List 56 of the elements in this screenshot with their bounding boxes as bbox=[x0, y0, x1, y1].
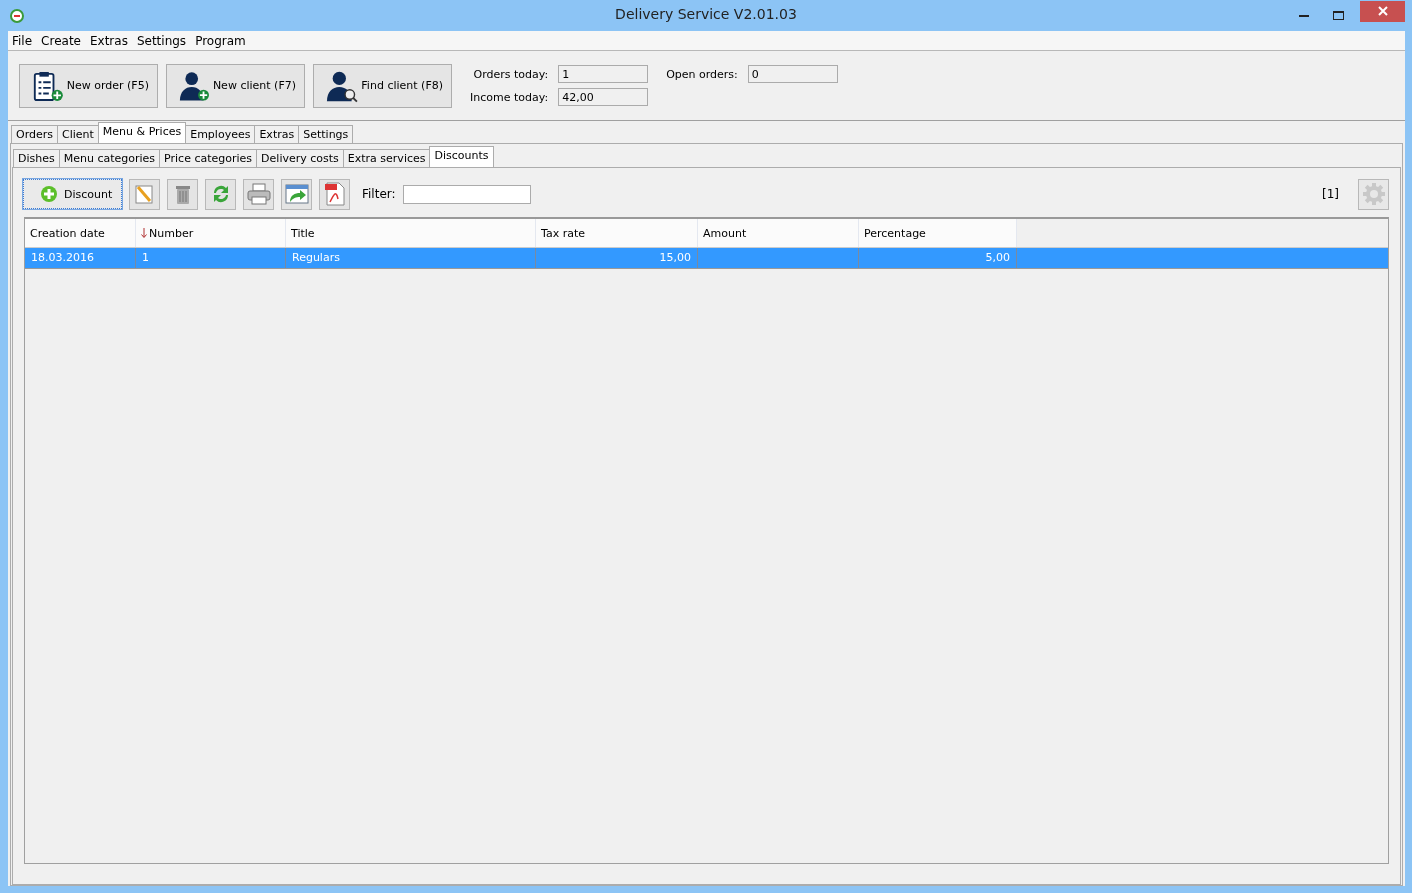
stat-label: Open orders: bbox=[666, 67, 738, 81]
export-button[interactable] bbox=[281, 178, 312, 210]
edit-button[interactable] bbox=[129, 178, 160, 210]
column-header[interactable]: Number bbox=[136, 219, 286, 247]
menu-item[interactable]: Settings bbox=[136, 33, 187, 48]
column-header[interactable]: Creation date bbox=[25, 219, 136, 247]
tab[interactable]: Orders bbox=[11, 125, 58, 143]
action-button[interactable]: Find client (F8) bbox=[313, 63, 452, 108]
app-logo-icon bbox=[10, 8, 24, 23]
table-cell: 18.03.2016 bbox=[31, 251, 94, 264]
delete-button[interactable] bbox=[167, 178, 198, 210]
tab[interactable]: Price categories bbox=[159, 149, 258, 167]
stat-label: Income today: bbox=[470, 90, 549, 104]
tab[interactable]: Dishes bbox=[13, 149, 60, 167]
maximize-icon[interactable] bbox=[1333, 11, 1344, 20]
plus-icon bbox=[40, 185, 58, 203]
notepad-pencil-icon bbox=[133, 183, 156, 205]
menu-item[interactable]: File bbox=[12, 33, 33, 48]
column-header[interactable]: Percentage bbox=[859, 219, 1017, 247]
tab[interactable]: Employees bbox=[185, 125, 256, 143]
window-title: Delivery Service V2.01.03 bbox=[615, 6, 797, 22]
menu-item[interactable]: Program bbox=[195, 33, 246, 48]
stat-field[interactable]: 0 bbox=[747, 65, 838, 83]
filter-field[interactable] bbox=[402, 184, 531, 204]
action-button[interactable]: New order (F5) bbox=[19, 63, 158, 108]
tab[interactable]: Menu categories bbox=[58, 149, 161, 167]
refresh-button[interactable] bbox=[205, 178, 236, 210]
menu-item[interactable]: Extras bbox=[89, 33, 128, 48]
tab[interactable]: Discounts bbox=[429, 146, 494, 167]
tab[interactable]: Delivery costs bbox=[256, 149, 344, 167]
minimize-icon[interactable] bbox=[1299, 14, 1309, 17]
stat-field[interactable]: 1 bbox=[558, 65, 649, 83]
column-header[interactable]: Tax rate bbox=[536, 219, 698, 247]
close-button[interactable] bbox=[1360, 0, 1405, 22]
menu-item[interactable]: Create bbox=[41, 33, 81, 48]
table-cell: 15,00 bbox=[659, 251, 691, 264]
stat-field[interactable]: 42,00 bbox=[558, 88, 649, 106]
column-header[interactable]: Amount bbox=[698, 219, 859, 247]
pdf-button[interactable] bbox=[319, 178, 350, 210]
action-button[interactable]: New client (F7) bbox=[166, 63, 305, 108]
table-cell: 5,00 bbox=[985, 251, 1010, 264]
record-count: [1] bbox=[1322, 187, 1339, 201]
filter-label: Filter: bbox=[362, 187, 396, 201]
table-cell: Regulars bbox=[292, 251, 340, 264]
printer-icon bbox=[246, 183, 271, 205]
add-discount-button[interactable]: Discount bbox=[23, 179, 122, 209]
table-cell: 1 bbox=[142, 251, 149, 264]
close-icon bbox=[1377, 6, 1388, 16]
tab[interactable]: Settings bbox=[298, 125, 354, 143]
stat-label: Orders today: bbox=[472, 67, 549, 81]
column-header[interactable]: Title bbox=[286, 219, 536, 247]
settings-icon bbox=[1361, 182, 1386, 206]
tab[interactable]: Menu & Prices bbox=[97, 122, 187, 143]
settings-button[interactable] bbox=[1358, 178, 1389, 210]
print-button[interactable] bbox=[243, 178, 274, 210]
pdf-document-icon bbox=[323, 182, 346, 206]
